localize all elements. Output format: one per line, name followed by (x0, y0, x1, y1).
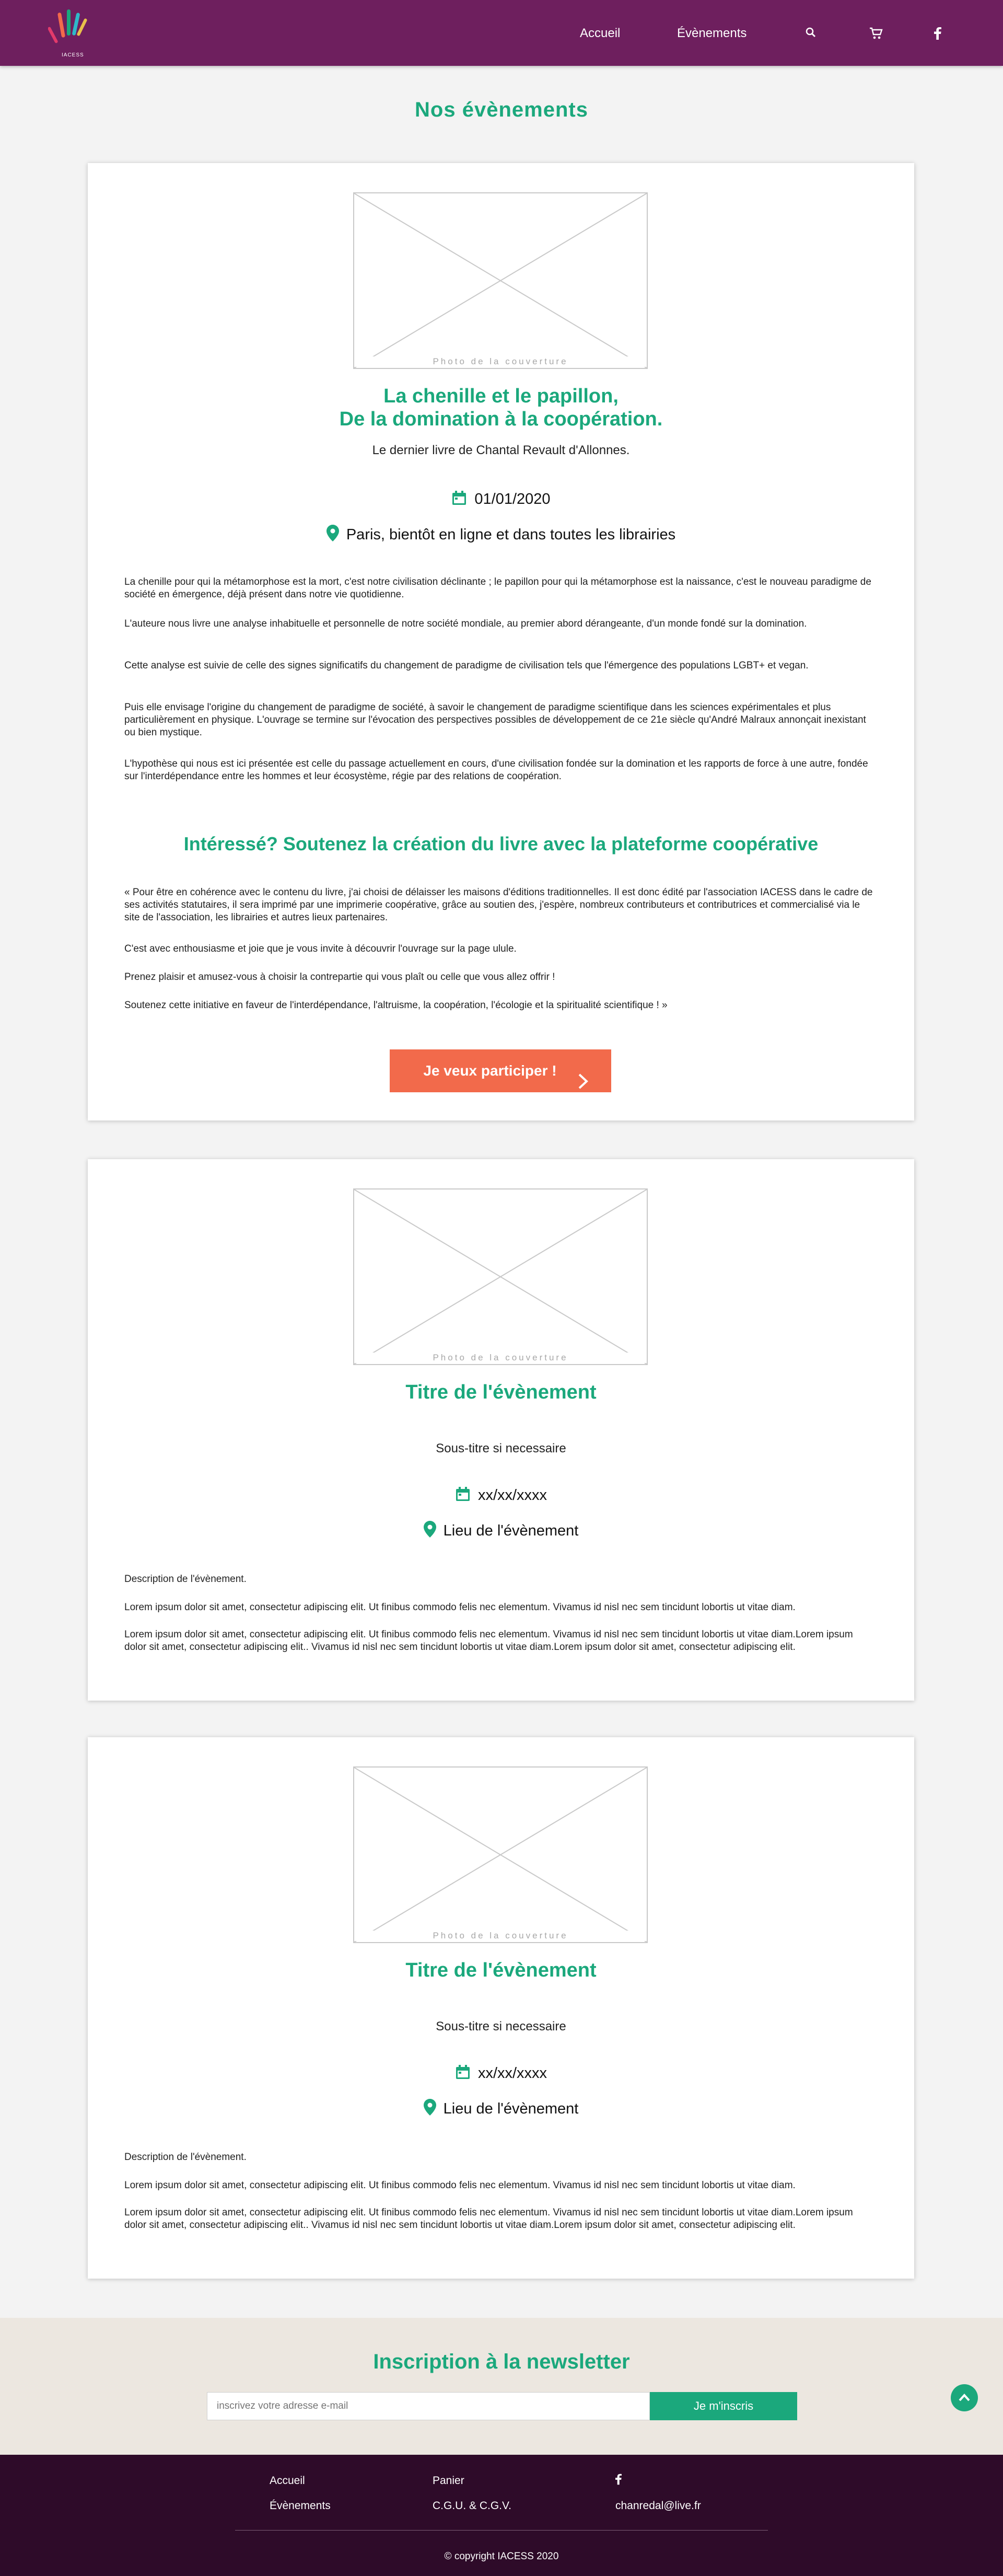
nav-evenements[interactable]: Évènements (677, 26, 747, 41)
event-paragraph: L'auteure nous livre une analyse inhabit… (124, 618, 807, 629)
event-title: Titre de l'évènement (405, 1959, 597, 1981)
quote-paragraph: C'est avec enthousiasme et joie que je v… (124, 943, 517, 954)
event-location: Lieu de l'évènement (88, 2099, 914, 2120)
site-header: IACESS Accueil Évènements (0, 0, 1003, 66)
event-subtitle: Le dernier livre de Chantal Revault d'Al… (372, 443, 630, 457)
event-date: xx/xx/xxxx (88, 1486, 914, 1506)
location-pin-icon (326, 525, 339, 546)
event-card: Photo de la couverture Titre de l'évènem… (88, 1737, 914, 2279)
site-footer: Accueil Évènements Panier C.G.U. & C.G.V… (0, 2455, 1003, 2576)
chevron-right-icon (578, 1063, 588, 1106)
page-title: Nos évènements (415, 98, 588, 121)
footer-link-accueil[interactable]: Accueil (270, 2475, 305, 2487)
cover-placeholder: Photo de la couverture (353, 192, 648, 369)
event-date-value: xx/xx/xxxx (477, 1487, 547, 1504)
event-description-label: Description de l'évènement. (124, 2152, 247, 2163)
newsletter-subscribe-button[interactable]: Je m'inscris (650, 2392, 797, 2420)
cover-placeholder: Photo de la couverture (353, 1188, 648, 1365)
newsletter-email-input[interactable] (207, 2392, 650, 2420)
event-subtitle: Sous-titre si necessaire (436, 1441, 566, 1456)
quote-paragraph: Prenez plaisir et amusez-vous à choisir … (124, 972, 555, 983)
event-paragraph: Cette analyse est suivie de celle des si… (124, 660, 809, 671)
calendar-icon (451, 490, 467, 510)
participate-button[interactable]: Je veux participer ! (390, 1049, 611, 1092)
search-icon[interactable] (806, 27, 816, 40)
location-pin-icon (423, 1521, 436, 1542)
logo-text: IACESS (62, 52, 84, 58)
event-paragraph: Lorem ipsum dolor sit amet, consectetur … (124, 1629, 853, 1653)
event-date-value: xx/xx/xxxx (477, 2065, 547, 2082)
cover-caption: Photo de la couverture (354, 356, 647, 367)
footer-link-evenements[interactable]: Évènements (270, 2500, 331, 2512)
event-paragraph: La chenille pour qui la métamorphose est… (124, 576, 871, 600)
quote-paragraph: « Pour être en cohérence avec le contenu… (124, 887, 873, 923)
participate-button-label: Je veux participer ! (423, 1062, 557, 1079)
event-location-value: Paris, bientôt en ligne et dans toutes l… (346, 526, 676, 543)
location-pin-icon (423, 2099, 436, 2120)
calendar-icon (455, 1486, 471, 1506)
footer-link-cgu[interactable]: C.G.U. & C.G.V. (433, 2500, 511, 2512)
event-paragraph: Puis elle envisage l'origine du changeme… (124, 702, 866, 738)
newsletter-title: Inscription à la newsletter (373, 2350, 630, 2373)
footer-link-panier[interactable]: Panier (433, 2475, 464, 2487)
event-location: Paris, bientôt en ligne et dans toutes l… (88, 525, 914, 546)
scroll-to-top-button[interactable] (951, 2384, 978, 2411)
event-paragraph: Lorem ipsum dolor sit amet, consectetur … (124, 1602, 796, 1613)
placeholder-cross-icon (354, 1768, 647, 1942)
event-title-line-1: La chenille et le papillon, (383, 385, 619, 407)
footer-email-link[interactable]: chanredal@live.fr (615, 2500, 701, 2512)
placeholder-cross-icon (354, 1189, 647, 1364)
event-title: La chenille et le papillon, De la domina… (88, 385, 914, 431)
event-location-value: Lieu de l'évènement (443, 2100, 579, 2117)
event-location: Lieu de l'évènement (88, 1521, 914, 1542)
cover-caption: Photo de la couverture (354, 1931, 647, 1941)
facebook-icon[interactable] (615, 2474, 622, 2488)
event-card: Photo de la couverture Titre de l'évènem… (88, 1159, 914, 1701)
event-title: Titre de l'évènement (405, 1381, 597, 1403)
newsletter-section: Inscription à la newsletter Je m'inscris (0, 2318, 1003, 2455)
event-subtitle: Sous-titre si necessaire (436, 2019, 566, 2034)
support-heading: Intéressé? Soutenez la création du livre… (183, 833, 819, 854)
facebook-icon[interactable] (934, 27, 941, 42)
cart-icon[interactable] (869, 27, 883, 42)
nav-accueil[interactable]: Accueil (580, 26, 620, 41)
event-date-value: 01/01/2020 (474, 491, 551, 507)
chevron-up-icon (959, 2394, 970, 2401)
event-card-featured: Photo de la couverture La chenille et le… (88, 163, 914, 1120)
event-paragraph: Lorem ipsum dolor sit amet, consectetur … (124, 2180, 796, 2191)
quote-paragraph: Soutenez cette initiative en faveur de l… (124, 1000, 668, 1011)
placeholder-cross-icon (354, 193, 647, 368)
footer-divider (235, 2530, 768, 2531)
event-date: xx/xx/xxxx (88, 2064, 914, 2084)
cover-caption: Photo de la couverture (354, 1353, 647, 1363)
event-date: 01/01/2020 (88, 490, 914, 510)
event-title-line-2: De la domination à la coopération. (339, 408, 663, 430)
event-paragraph: L'hypothèse qui nous est ici présentée e… (124, 758, 868, 782)
calendar-icon (455, 2064, 471, 2084)
event-description-label: Description de l'évènement. (124, 1574, 247, 1585)
footer-copyright: © copyright IACESS 2020 (444, 2551, 559, 2562)
iacess-logo[interactable]: IACESS (48, 8, 95, 59)
event-location-value: Lieu de l'évènement (443, 1522, 579, 1539)
event-paragraph: Lorem ipsum dolor sit amet, consectetur … (124, 2207, 853, 2231)
cover-placeholder: Photo de la couverture (353, 1766, 648, 1943)
